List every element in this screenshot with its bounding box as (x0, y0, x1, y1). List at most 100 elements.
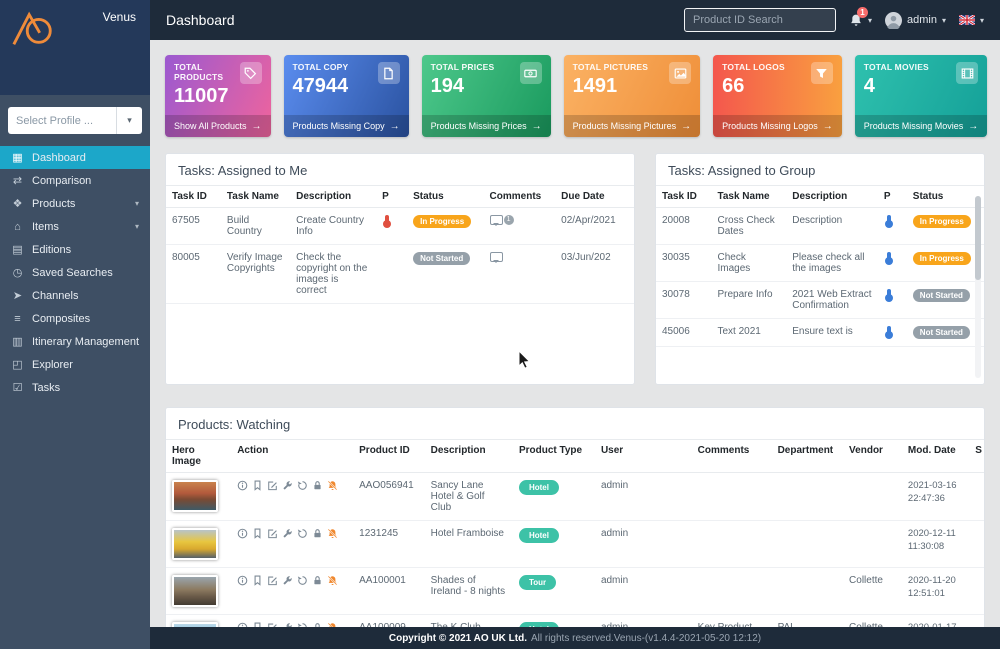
hero-image[interactable] (172, 575, 218, 607)
table-row[interactable]: 20008 Cross Check Dates Description In P… (656, 207, 984, 245)
sidebar-item-editions[interactable]: ▤ Editions (0, 238, 150, 261)
table-row[interactable]: AA100001 Shades of Ireland - 8 nights To… (166, 567, 984, 615)
table-row[interactable]: 30035 Check Images Please check all the … (656, 244, 984, 282)
card-label: TOTAL PRODUCTS (174, 62, 224, 82)
comment-icon[interactable] (489, 252, 503, 263)
table-row[interactable]: AA100009 The K Club Hotel admin Key Prod… (166, 614, 984, 627)
cell-description: Ensure text is (786, 318, 878, 347)
bookmark-icon[interactable] (252, 575, 263, 586)
column-header: Comments (691, 439, 772, 473)
cell-description: Description (786, 207, 878, 245)
history-icon[interactable] (297, 575, 308, 586)
sidebar-item-dashboard[interactable]: ▦ Dashboard (0, 146, 150, 169)
stat-card-total-logos: TOTAL LOGOS 66 Products Missing Logos → (713, 55, 842, 137)
info-icon[interactable] (237, 480, 248, 491)
cell-description: Shades of Ireland - 8 nights (424, 567, 513, 615)
history-icon[interactable] (297, 528, 308, 539)
lock-icon[interactable] (312, 575, 323, 586)
table-row[interactable]: 1231245 Hotel Framboise Hotel admin 2020… (166, 520, 984, 568)
editions-icon: ▤ (12, 244, 23, 256)
sidebar-item-channels[interactable]: ➤ Channels (0, 284, 150, 307)
sidebar-item-saved-searches[interactable]: ◷ Saved Searches (0, 261, 150, 284)
sidebar-item-comparison[interactable]: ⇄ Comparison (0, 169, 150, 192)
edit-icon[interactable] (267, 575, 278, 586)
tasks-icon: ☑ (12, 382, 23, 394)
wrench-icon[interactable] (282, 528, 293, 539)
bell-off-icon[interactable] (327, 480, 338, 491)
info-icon[interactable] (237, 528, 248, 539)
profile-select[interactable]: Select Profile ... ▾ (8, 107, 142, 134)
notifications-button[interactable]: 1 ▾ (849, 7, 872, 27)
table-row[interactable]: 30078 Prepare Info 2021 Web Extract Conf… (656, 281, 984, 319)
table-row[interactable]: 80005 Verify Image Copyrights Check the … (166, 244, 634, 304)
bell-off-icon[interactable] (327, 575, 338, 586)
header: Dashboard 1 ▾ admin ▾ ▾ (150, 0, 1000, 40)
scrollbar-thumb[interactable] (975, 196, 981, 280)
sidebar-item-products[interactable]: ❖ Products ▾ (0, 192, 150, 215)
cell-priority (376, 244, 408, 304)
cell-vendor (843, 520, 902, 568)
sidebar-item-tasks[interactable]: ☑ Tasks (0, 376, 150, 399)
hero-image[interactable] (172, 528, 218, 560)
column-header: Task ID (656, 185, 712, 208)
info-icon[interactable] (237, 575, 248, 586)
card-link-missing-prices[interactable]: Products Missing Prices → (421, 115, 551, 137)
card-link-missing-copy[interactable]: Products Missing Copy → (283, 115, 409, 137)
cell-vendor: Collette (843, 614, 902, 627)
wrench-icon[interactable] (282, 480, 293, 491)
table-row[interactable]: 45006 Text 2021 Ensure text is Not Start… (656, 318, 984, 347)
search-input[interactable] (683, 8, 836, 32)
cell-description: Hotel Framboise (424, 520, 513, 568)
status-badge: Not Started (912, 289, 970, 302)
history-icon[interactable] (297, 480, 308, 491)
cell-task-id: 45006 (656, 318, 712, 347)
product-type-badge: Tour (518, 575, 557, 590)
sidebar-item-composites[interactable]: ≡ Composites (0, 307, 150, 330)
bell-off-icon[interactable] (327, 528, 338, 539)
mod-date: 2021-03-16 (907, 480, 957, 491)
arrow-right-icon: → (531, 120, 542, 132)
bookmark-icon[interactable] (252, 480, 263, 491)
sidebar-item-items[interactable]: ⌂ Items ▾ (0, 215, 150, 238)
saved-searches-icon: ◷ (12, 267, 23, 279)
wrench-icon[interactable] (282, 575, 293, 586)
cell-description: Sancy Lane Hotel & Golf Club (424, 472, 513, 521)
table-row[interactable]: 67505 Build Country Create Country Info … (166, 207, 634, 245)
card-label: TOTAL PRICES (430, 62, 495, 72)
column-header: Mod. Date (901, 439, 970, 473)
card-link-missing-logos[interactable]: Products Missing Logos → (713, 115, 842, 137)
card-link-missing-movies[interactable]: Products Missing Movies → (854, 115, 988, 137)
chevron-down-icon[interactable]: ▾ (116, 107, 142, 134)
cell-priority (877, 207, 907, 245)
lock-icon[interactable] (312, 480, 323, 491)
table-row[interactable]: AAO056941 Sancy Lane Hotel & Golf Club H… (166, 472, 984, 521)
hero-image[interactable] (172, 480, 218, 512)
cell-description: 2021 Web Extract Confirmation (786, 281, 878, 319)
comment-icon[interactable] (489, 215, 503, 226)
column-header: S (969, 439, 984, 473)
language-menu[interactable]: ▾ (959, 15, 984, 25)
edit-icon[interactable] (267, 528, 278, 539)
card-link-missing-pictures[interactable]: Products Missing Pictures → (563, 115, 701, 137)
cell-vendor (843, 472, 902, 521)
column-header: Comments (483, 185, 556, 208)
card-label: TOTAL PICTURES (572, 62, 649, 72)
mod-time: 12:51:01 (907, 587, 945, 599)
cell-status: In Progress (906, 207, 984, 245)
mod-date: 2020-11-20 (907, 575, 956, 586)
lock-icon[interactable] (312, 528, 323, 539)
user-menu[interactable]: admin ▾ (885, 12, 946, 29)
brand[interactable]: Venus (0, 0, 150, 95)
channels-icon: ➤ (12, 290, 23, 302)
edit-icon[interactable] (267, 480, 278, 491)
cell-vendor: Collette (843, 567, 902, 615)
bookmark-icon[interactable] (252, 528, 263, 539)
sidebar-item-label: Saved Searches (32, 266, 113, 279)
stat-card-total-prices: TOTAL PRICES 194 Products Missing Prices… (421, 55, 551, 137)
sidebar-item-label: Editions (32, 243, 72, 256)
card-link-show-all-products[interactable]: Show All Products → (165, 115, 271, 137)
vertical-scrollbar[interactable] (975, 196, 981, 378)
sidebar-item-explorer[interactable]: ◰ Explorer (0, 353, 150, 376)
sidebar-item-itinerary-management[interactable]: ▥ Itinerary Management (0, 330, 150, 353)
sidebar-item-label: Comparison (32, 174, 92, 187)
